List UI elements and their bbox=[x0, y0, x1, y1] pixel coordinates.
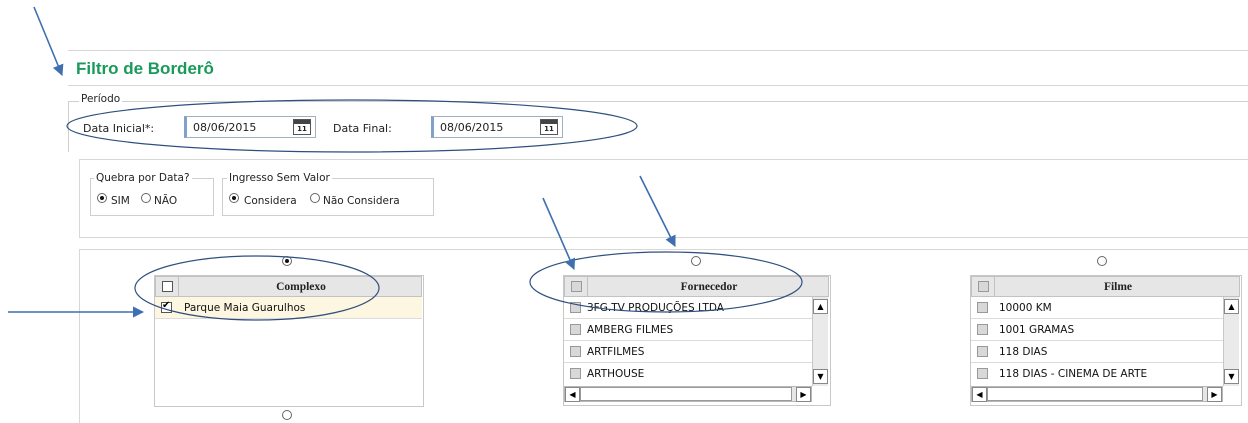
row-checkbox[interactable] bbox=[570, 346, 581, 357]
fornecedor-select-radio[interactable] bbox=[691, 256, 701, 266]
filme-grid-header: Filme bbox=[971, 276, 1240, 297]
filme-row-label: 10000 KM bbox=[999, 302, 1052, 314]
complexo-grid-header: Complexo bbox=[155, 276, 422, 297]
filme-header-label: Filme bbox=[1103, 281, 1133, 293]
row-checkbox[interactable] bbox=[161, 300, 172, 313]
ingresso-considera-radio[interactable] bbox=[229, 193, 239, 203]
row-checkbox[interactable] bbox=[977, 302, 988, 313]
complexo-select-all-checkbox[interactable] bbox=[162, 281, 173, 292]
row-checkbox[interactable] bbox=[977, 368, 988, 379]
ingresso-nao-considera-radio[interactable] bbox=[310, 193, 320, 203]
table-row[interactable]: 118 DIAS - CINEMA DE ARTE bbox=[971, 363, 1223, 385]
filme-select-all-checkbox[interactable] bbox=[978, 281, 989, 292]
fornecedor-select-all-checkbox[interactable] bbox=[571, 281, 582, 292]
row-checkbox[interactable] bbox=[977, 324, 988, 335]
fornecedor-row-label: 3FG.TV PRODUÇÕES LTDA bbox=[587, 302, 724, 314]
calendar-icon[interactable]: 11 bbox=[293, 119, 311, 135]
complexo-header-label: Complexo bbox=[276, 281, 326, 293]
arrow-periodo bbox=[33, 6, 64, 77]
filme-row-label: 1001 GRAMAS bbox=[999, 324, 1075, 336]
quebra-sim-label: SIM bbox=[111, 195, 130, 207]
table-row[interactable]: 1001 GRAMAS bbox=[971, 319, 1223, 341]
page-title: Filtro de Borderô bbox=[76, 59, 214, 78]
top-divider bbox=[68, 50, 1248, 51]
complexo-select-radio[interactable] bbox=[282, 256, 292, 266]
periodo-legend: Período bbox=[79, 93, 123, 105]
quebra-legend: Quebra por Data? bbox=[94, 172, 192, 184]
fornecedor-vertical-scrollbar[interactable]: ▲ ▼ bbox=[812, 297, 828, 386]
fornecedor-row-label: ARTFILMES bbox=[587, 346, 645, 358]
calendar-icon[interactable]: 11 bbox=[540, 119, 558, 135]
filme-row-label: 118 DIAS bbox=[999, 346, 1048, 358]
filme-select-radio[interactable] bbox=[1097, 256, 1107, 266]
table-row[interactable]: Parque Maia Guarulhos bbox=[155, 297, 422, 319]
ingresso-legend: Ingresso Sem Valor bbox=[227, 172, 332, 184]
title-divider bbox=[68, 85, 1248, 86]
scroll-down-icon[interactable]: ▼ bbox=[1224, 369, 1239, 384]
scroll-right-icon[interactable]: ▶ bbox=[1207, 387, 1222, 402]
complexo-bottom-radio[interactable] bbox=[282, 410, 292, 420]
grids-top-border bbox=[79, 249, 1248, 250]
grids-left-border bbox=[79, 249, 80, 423]
scroll-left-icon[interactable]: ◀ bbox=[972, 387, 987, 402]
fornecedor-header-label: Fornecedor bbox=[680, 281, 738, 293]
scroll-right-icon[interactable]: ▶ bbox=[796, 387, 811, 402]
quebra-nao-label: NÃO bbox=[154, 195, 178, 207]
row-checkbox[interactable] bbox=[570, 368, 581, 379]
options-bottom-border bbox=[79, 237, 1248, 238]
table-row[interactable]: 10000 KM bbox=[971, 297, 1223, 319]
options-top-border bbox=[79, 159, 1248, 160]
table-row[interactable]: 118 DIAS bbox=[971, 341, 1223, 363]
quebra-sim-radio[interactable] bbox=[97, 193, 107, 203]
fornecedor-horizontal-scrollbar[interactable]: ◀ ▶ bbox=[564, 386, 812, 402]
filme-row-label: 118 DIAS - CINEMA DE ARTE bbox=[999, 368, 1148, 380]
row-checkbox[interactable] bbox=[570, 324, 581, 335]
options-left-border bbox=[79, 159, 80, 238]
quebra-nao-radio[interactable] bbox=[141, 193, 151, 203]
table-row[interactable]: AMBERG FILMES bbox=[564, 319, 812, 341]
scroll-up-icon[interactable]: ▲ bbox=[1224, 299, 1239, 314]
arrow-fornecedor-checkbox bbox=[542, 197, 576, 271]
filme-vertical-scrollbar[interactable]: ▲ ▼ bbox=[1223, 297, 1239, 386]
fornecedor-row-label: AMBERG FILMES bbox=[587, 324, 674, 336]
data-inicial-label: Data Inicial*: bbox=[83, 122, 155, 135]
scroll-thumb[interactable] bbox=[580, 387, 792, 401]
arrow-fornecedor-header bbox=[639, 175, 676, 248]
filme-horizontal-scrollbar[interactable]: ◀ ▶ bbox=[971, 386, 1223, 402]
scroll-left-icon[interactable]: ◀ bbox=[565, 387, 580, 402]
ingresso-considera-label: Considera bbox=[244, 195, 297, 207]
ingresso-nao-considera-label: Não Considera bbox=[323, 195, 400, 207]
scroll-down-icon[interactable]: ▼ bbox=[813, 369, 828, 384]
table-row[interactable]: ARTHOUSE bbox=[564, 363, 812, 385]
row-checkbox[interactable] bbox=[977, 346, 988, 357]
table-row[interactable]: 3FG.TV PRODUÇÕES LTDA bbox=[564, 297, 812, 319]
table-row[interactable]: ARTFILMES bbox=[564, 341, 812, 363]
fornecedor-grid-header: Fornecedor bbox=[564, 276, 829, 297]
complexo-row-label: Parque Maia Guarulhos bbox=[184, 302, 306, 314]
data-final-label: Data Final: bbox=[333, 122, 392, 135]
row-checkbox[interactable] bbox=[570, 302, 581, 313]
scroll-thumb[interactable] bbox=[987, 387, 1203, 401]
fornecedor-row-label: ARTHOUSE bbox=[587, 368, 645, 380]
scroll-up-icon[interactable]: ▲ bbox=[813, 299, 828, 314]
